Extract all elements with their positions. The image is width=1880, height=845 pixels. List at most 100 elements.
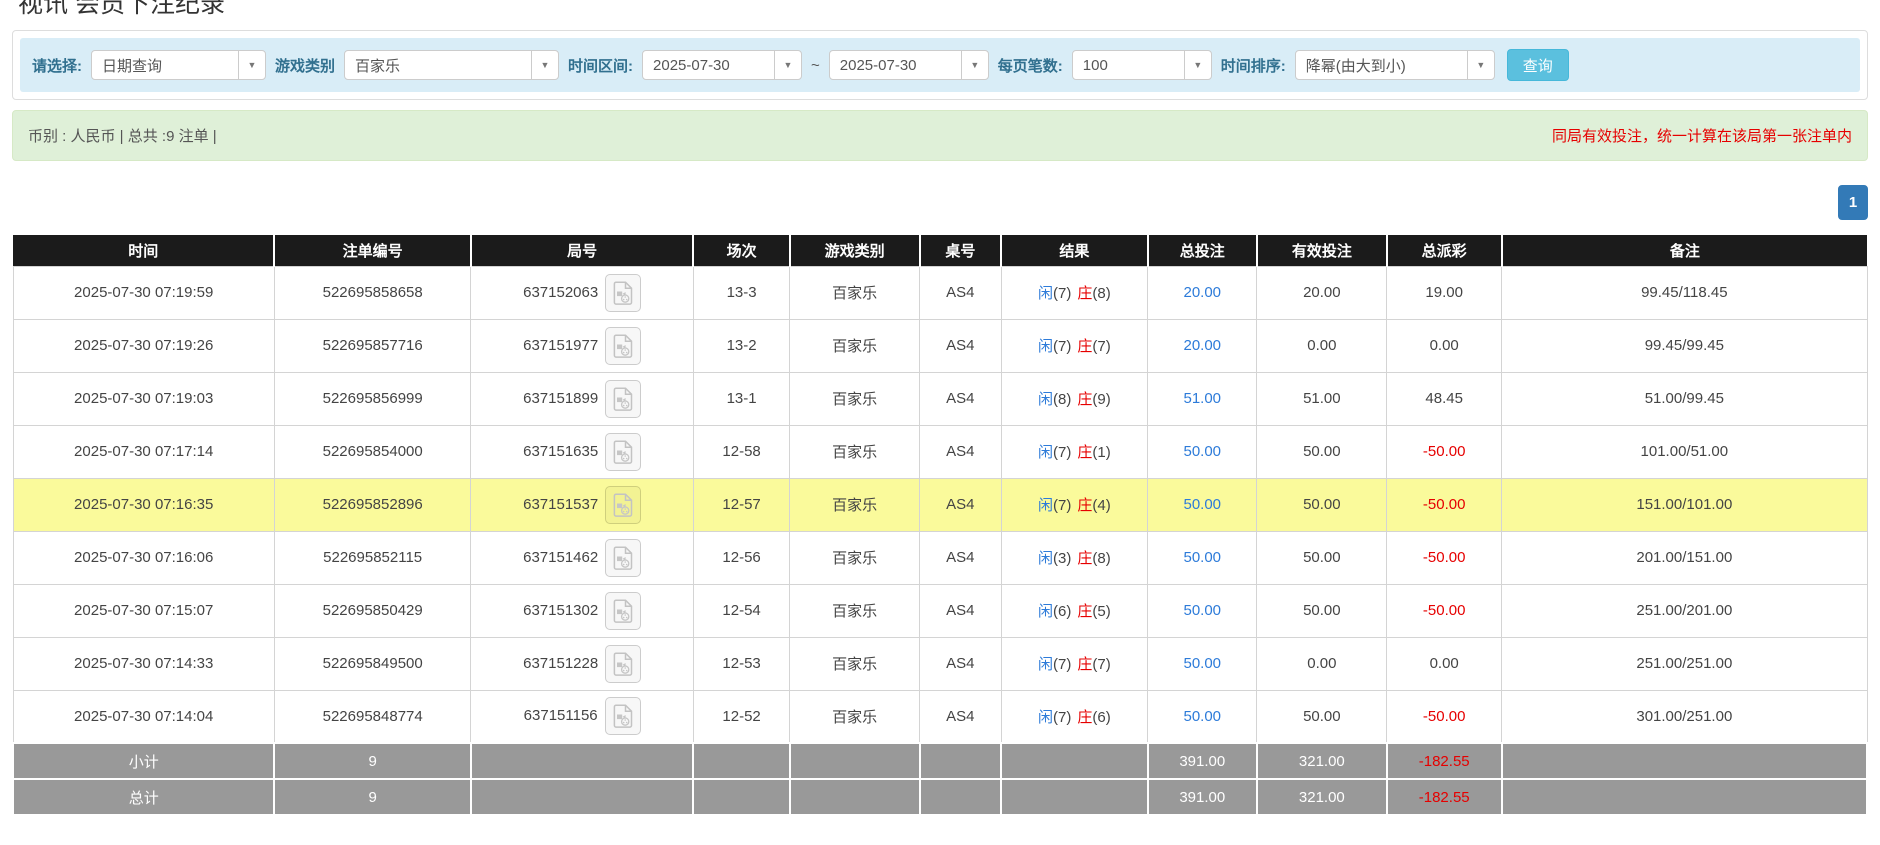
cell-time: 2025-07-30 07:16:35 (12, 477, 275, 532)
table-row: 2025-07-30 07:14:33 522695849500 6371512… (12, 636, 1868, 691)
total-bet-link[interactable]: 50.00 (1183, 602, 1221, 619)
table-row: 2025-07-30 07:19:59 522695858658 6371520… (12, 265, 1868, 320)
cell-table-no: AS4 (919, 318, 1002, 373)
result-player: 闲 (1037, 656, 1053, 673)
video-replay-button[interactable] (605, 538, 642, 577)
cell-bet-id: 522695854000 (273, 424, 472, 479)
column-header-10: 备注 (1501, 235, 1867, 266)
total-bet-link[interactable]: 20.00 (1183, 337, 1221, 354)
cell-table-no: AS4 (919, 265, 1002, 320)
cell-result: 闲(7) 庄(1) (1000, 424, 1149, 479)
caret-down-icon: ▼ (1466, 51, 1494, 79)
total-empty-table (918, 742, 1003, 780)
cell-total-bet: 51.00 (1147, 371, 1258, 426)
cell-session: 12-57 (692, 477, 791, 532)
total-bet-sum: 391.00 (1146, 742, 1258, 780)
total-bet-link[interactable]: 50.00 (1183, 496, 1221, 513)
cell-remark: 301.00/251.00 (1501, 689, 1868, 744)
caret-down-icon: ▼ (1183, 51, 1211, 79)
video-replay-button[interactable] (605, 379, 642, 418)
payout-sum: -182.55 (1385, 742, 1503, 780)
table-row: 2025-07-30 07:16:06 522695852115 6371514… (12, 530, 1868, 585)
total-label: 总计 (11, 778, 276, 816)
total-bet-link[interactable]: 51.00 (1183, 390, 1221, 407)
column-header-3: 场次 (693, 235, 791, 266)
total-count: 9 (273, 778, 472, 816)
column-header-9: 总派彩 (1386, 235, 1503, 266)
video-replay-button[interactable] (605, 273, 642, 312)
page-number-button[interactable]: 1 (1838, 185, 1868, 220)
total-bet-link[interactable]: 50.00 (1183, 443, 1221, 460)
total-bet-link[interactable]: 50.00 (1183, 708, 1221, 725)
video-replay-button[interactable] (604, 697, 641, 736)
total-bet-link[interactable]: 50.00 (1183, 655, 1221, 672)
query-button[interactable]: 查询 (1506, 49, 1569, 81)
date-to-select[interactable]: 2025-07-30 ▼ (828, 50, 989, 80)
table-row: 2025-07-30 07:17:14 522695854000 6371516… (12, 424, 1868, 479)
result-banker-score: (6) (1092, 708, 1111, 726)
bet-records-table: 时间 注单编号 局号 场次 游戏类别 桌号 结果 总投注 有效投注 总派彩 备注 2025-07-3… (11, 235, 1869, 816)
query-type-label: 请选择: (32, 57, 82, 75)
total-empty-round (469, 778, 695, 816)
round-id-value: 637151977 (523, 336, 599, 354)
date-from-select[interactable]: 2025-07-30 ▼ (642, 50, 803, 80)
cell-valid-bet: 0.00 (1256, 318, 1388, 373)
game-type-label: 游戏类别 (275, 57, 336, 75)
cell-session: 12-54 (692, 583, 791, 638)
table-row: 2025-07-30 07:14:04 522695848774 6371511… (12, 689, 1868, 744)
film-document-icon (613, 704, 632, 729)
column-header-0: 时间 (13, 235, 276, 266)
result-player-score: (7) (1053, 338, 1072, 355)
video-replay-button[interactable] (605, 591, 642, 630)
video-replay-button[interactable] (605, 432, 642, 471)
result-banker-score: (8) (1092, 285, 1111, 302)
cell-round-id: 637151156 (470, 689, 694, 744)
result-banker: 庄 (1077, 391, 1093, 408)
cell-payout: 0.00 (1386, 318, 1503, 373)
cell-payout: -50.00 (1386, 689, 1503, 744)
total-empty-result (1000, 742, 1149, 780)
caret-down-icon: ▼ (238, 51, 265, 79)
cell-round-id: 637151635 (470, 424, 694, 479)
payout-sum: -182.55 (1385, 778, 1503, 816)
cell-result: 闲(7) 庄(6) (1000, 689, 1149, 744)
total-bet-link[interactable]: 20.00 (1183, 284, 1221, 301)
sort-value: 降幂(由大到小) (1305, 57, 1406, 75)
table-header-row: 时间 注单编号 局号 场次 游戏类别 桌号 结果 总投注 有效投注 总派彩 备注 (13, 235, 1867, 266)
range-separator: ~ (811, 56, 820, 74)
sort-select[interactable]: 降幂(由大到小) ▼ (1294, 50, 1495, 80)
cell-total-bet: 20.00 (1147, 265, 1258, 320)
cell-bet-id: 522695852115 (273, 530, 472, 585)
result-player-score: (8) (1053, 391, 1072, 408)
table-total-row: 总计 9 391.00 321.00 -182.55 (11, 778, 1869, 816)
date-to-value: 2025-07-30 (839, 56, 917, 74)
video-replay-button[interactable] (605, 644, 642, 683)
video-replay-button[interactable] (605, 326, 642, 365)
table-body: 2025-07-30 07:19:59 522695858658 6371520… (11, 265, 1869, 816)
total-empty-game (788, 742, 921, 780)
cell-valid-bet: 50.00 (1256, 583, 1388, 638)
result-banker-score: (8) (1092, 550, 1111, 567)
video-replay-button[interactable] (605, 485, 642, 524)
result-banker: 庄 (1077, 656, 1093, 673)
cell-round-id: 637151228 (470, 636, 694, 691)
cell-valid-bet: 20.00 (1256, 265, 1388, 320)
cell-total-bet: 50.00 (1147, 424, 1258, 479)
cell-valid-bet: 0.00 (1256, 636, 1388, 691)
cell-session: 12-52 (692, 689, 791, 744)
result-banker-score: (7) (1092, 338, 1111, 355)
cell-session: 12-53 (692, 636, 791, 691)
total-empty-game (788, 778, 921, 816)
cell-remark: 251.00/251.00 (1501, 636, 1868, 691)
per-page-select[interactable]: 100 ▼ (1071, 50, 1212, 80)
caret-down-icon: ▼ (774, 51, 801, 79)
valid-bet-sum: 321.00 (1255, 742, 1388, 780)
result-player: 闲 (1037, 550, 1053, 567)
game-type-select[interactable]: 百家乐 ▼ (344, 50, 560, 80)
query-type-select[interactable]: 日期查询 ▼ (91, 50, 266, 80)
cell-bet-id: 522695849500 (273, 636, 472, 691)
total-bet-link[interactable]: 50.00 (1183, 549, 1221, 566)
cell-table-no: AS4 (919, 530, 1002, 585)
game-type-value: 百家乐 (355, 57, 401, 75)
cell-table-no: AS4 (919, 583, 1002, 638)
